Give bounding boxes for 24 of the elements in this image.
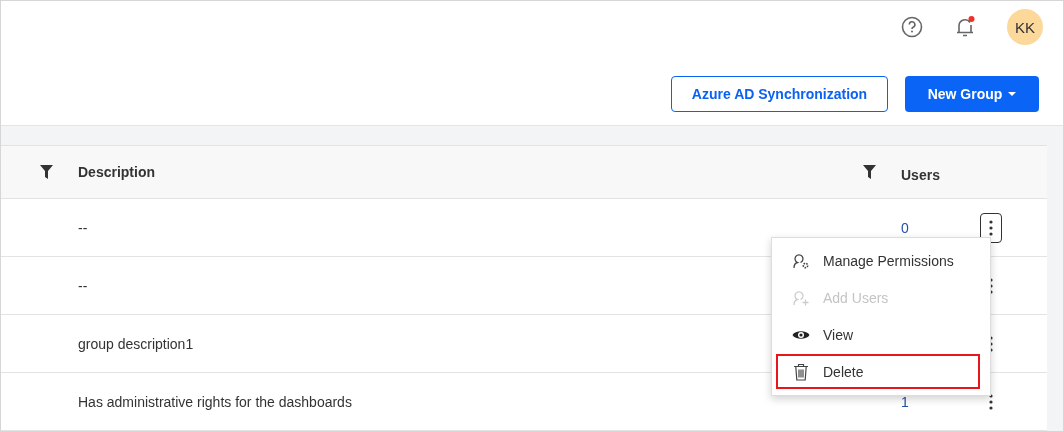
user-gear-icon	[792, 251, 810, 270]
user-count-link[interactable]: 0	[901, 219, 909, 236]
trash-icon	[792, 362, 810, 381]
filter-icon[interactable]	[40, 165, 53, 179]
menu-item[interactable]: Delete	[776, 354, 980, 389]
user-avatar[interactable]: KK	[1007, 9, 1043, 45]
more-vertical-icon	[989, 219, 993, 236]
table-cell: Has administrative rights for the dashboards	[78, 393, 352, 410]
user-count-link[interactable]: 1	[901, 393, 909, 410]
table-cell: --	[78, 277, 88, 294]
filter-icon[interactable]	[863, 165, 876, 179]
table-cell: group description1	[78, 335, 194, 352]
azure-sync-button[interactable]: Azure AD Synchronization	[671, 76, 888, 112]
menu-item[interactable]: Manage Permissions	[776, 243, 980, 278]
new-group-button[interactable]: New Group	[905, 76, 1039, 112]
menu-item[interactable]: View	[776, 317, 980, 352]
table-cell: --	[78, 219, 88, 236]
help-icon[interactable]	[901, 16, 923, 38]
eye-icon	[792, 328, 810, 341]
add-user-icon	[792, 288, 810, 307]
more-options-button[interactable]	[980, 212, 1002, 243]
column-header: Users	[901, 165, 941, 182]
column-header: Description	[78, 164, 156, 180]
caret-icon	[1008, 91, 1017, 97]
